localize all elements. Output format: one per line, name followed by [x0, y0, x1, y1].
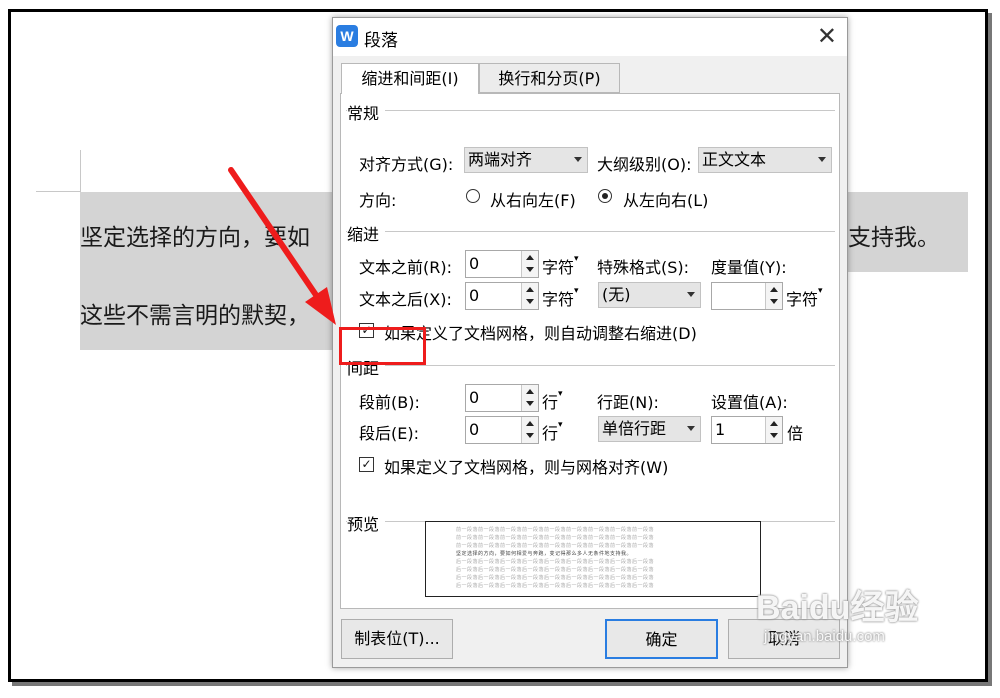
watermark-logo: Baidu经验: [756, 589, 919, 627]
watermark-url: jingyan.baidu.com: [764, 628, 885, 645]
tab-indent-spacing[interactable]: 缩进和间距(I): [341, 63, 479, 94]
baidu-jingyan-watermark: Baidu经验 jingyan.baidu.com: [756, 588, 918, 646]
